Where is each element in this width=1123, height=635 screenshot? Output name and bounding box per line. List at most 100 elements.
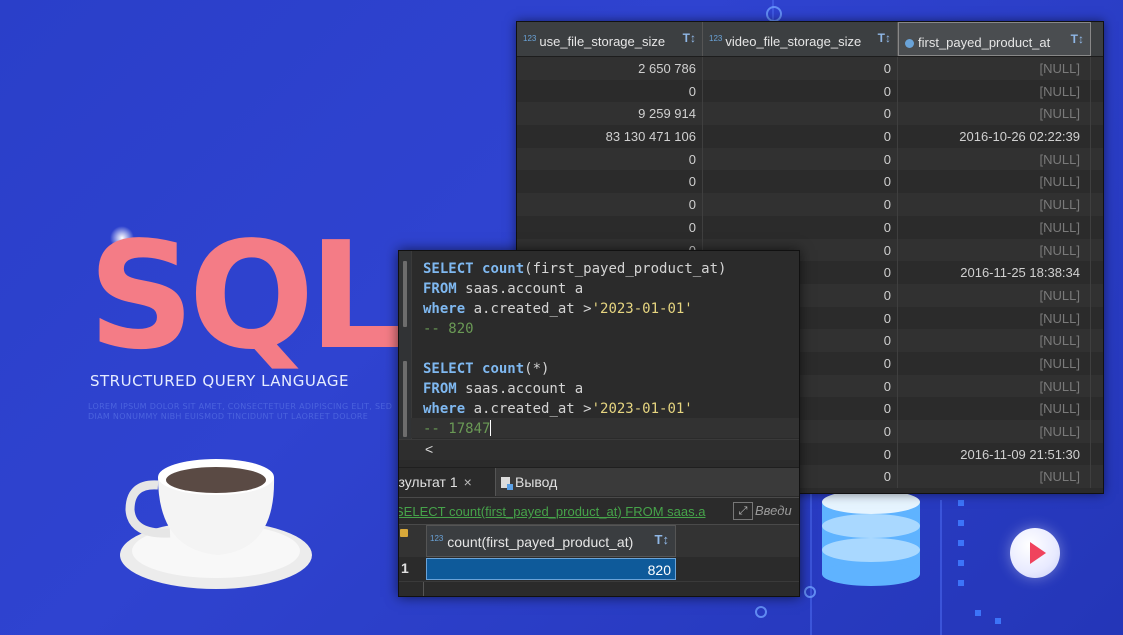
- row-separator: [423, 582, 424, 596]
- database-icon: [822, 490, 920, 586]
- sort-icon[interactable]: T↕: [1071, 32, 1084, 46]
- sql-keyword: FROM: [423, 281, 457, 297]
- sql-text: a.created_at >: [465, 401, 592, 417]
- table-row[interactable]: 00[NULL]: [517, 193, 1103, 216]
- output-icon: [501, 477, 513, 490]
- table-cell[interactable]: [NULL]: [898, 374, 1091, 398]
- table-row[interactable]: 00[NULL]: [517, 215, 1103, 239]
- table-cell[interactable]: 0: [703, 102, 898, 126]
- table-cell[interactable]: 0: [517, 147, 703, 171]
- result-cell[interactable]: 820: [426, 558, 676, 580]
- filter-input[interactable]: Введи: [755, 503, 792, 518]
- result-row[interactable]: 1 820: [399, 557, 799, 581]
- sql-string: '2023-01-01': [591, 301, 693, 317]
- table-cell[interactable]: 0: [517, 170, 703, 194]
- table-cell[interactable]: [NULL]: [898, 193, 1091, 216]
- sql-text: saas.account a: [456, 381, 584, 397]
- background-square: [958, 520, 964, 526]
- query-marker: [403, 261, 407, 327]
- table-row[interactable]: 83 130 471 106 0 2016-10-26 02:22:39: [517, 125, 1103, 148]
- background-square: [975, 610, 981, 616]
- column-header-label: count(first_payed_product_at): [447, 534, 634, 550]
- sql-keyword: where: [423, 301, 466, 317]
- query-text[interactable]: SELECT count(first_payed_product_at) FRO…: [399, 504, 705, 519]
- table-cell[interactable]: 0: [517, 215, 703, 239]
- table-cell[interactable]: [NULL]: [898, 79, 1091, 103]
- table-cell[interactable]: 9 259 914: [517, 102, 703, 126]
- grid-header: 123 use_file_storage_size T↕ 123 video_fil…: [517, 22, 1103, 57]
- table-cell[interactable]: 0: [703, 215, 898, 239]
- row-number: 1: [401, 560, 409, 576]
- background-line: [810, 490, 812, 635]
- column-header-video-file-storage-size[interactable]: 123 video_file_storage_size T↕: [703, 22, 898, 56]
- table-cell[interactable]: 2016-11-09 21:51:30: [898, 442, 1091, 466]
- table-cell[interactable]: 0: [703, 125, 898, 148]
- table-cell[interactable]: [NULL]: [898, 102, 1091, 126]
- sql-editor-panel: SELECT count(first_payed_product_at) FROM…: [398, 250, 800, 597]
- code-editor[interactable]: SELECT count(first_payed_product_at) FROM…: [399, 251, 799, 439]
- scroll-left-icon[interactable]: <: [425, 441, 433, 457]
- table-cell[interactable]: 0: [517, 79, 703, 103]
- table-cell[interactable]: 0: [703, 147, 898, 171]
- horizontal-scrollbar[interactable]: <: [399, 439, 799, 460]
- table-cell[interactable]: [NULL]: [898, 238, 1091, 262]
- tab-results[interactable]: езультат 1 ×: [398, 468, 496, 496]
- column-header-label: use_file_storage_size: [539, 34, 666, 49]
- numeric-type-badge: 123: [430, 534, 444, 543]
- sql-keyword: count: [482, 261, 525, 277]
- column-header-count[interactable]: 123 count(first_payed_product_at) T↕: [426, 525, 676, 557]
- lock-icon: [400, 529, 408, 537]
- table-cell[interactable]: [NULL]: [898, 329, 1091, 352]
- table-row[interactable]: 00[NULL]: [517, 79, 1103, 103]
- sort-icon[interactable]: T↕: [655, 532, 669, 547]
- code-line: -- 17847: [423, 419, 492, 439]
- table-cell[interactable]: 0: [703, 79, 898, 103]
- sql-comment: -- 820: [423, 321, 474, 337]
- table-cell[interactable]: 2016-11-25 18:38:34: [898, 261, 1091, 284]
- table-row[interactable]: 9 259 914 0 [NULL]: [517, 102, 1103, 126]
- background-dot: [766, 6, 782, 22]
- table-cell[interactable]: [NULL]: [898, 306, 1091, 330]
- table-cell[interactable]: [NULL]: [898, 283, 1091, 307]
- column-header-use-file-storage-size[interactable]: 123 use_file_storage_size T↕: [517, 22, 703, 56]
- table-row[interactable]: 00[NULL]: [517, 170, 1103, 194]
- sql-logo: SQL: [88, 210, 403, 382]
- sort-icon[interactable]: T↕: [683, 31, 696, 45]
- tab-label: езультат 1: [398, 474, 458, 490]
- table-cell[interactable]: 0: [703, 57, 898, 80]
- sql-string: '2023-01-01': [591, 401, 693, 417]
- table-cell[interactable]: 83 130 471 106: [517, 125, 703, 148]
- table-cell[interactable]: 0: [517, 193, 703, 216]
- table-row[interactable]: 00[NULL]: [517, 147, 1103, 171]
- table-cell[interactable]: [NULL]: [898, 215, 1091, 239]
- table-cell[interactable]: [NULL]: [898, 170, 1091, 194]
- background-dot: [755, 606, 767, 618]
- table-cell[interactable]: 0: [703, 170, 898, 194]
- table-cell[interactable]: [NULL]: [898, 420, 1091, 443]
- close-icon[interactable]: ×: [464, 474, 472, 490]
- table-cell[interactable]: [NULL]: [898, 147, 1091, 171]
- play-button[interactable]: [1010, 528, 1060, 578]
- code-line: where a.created_at >'2023-01-01': [423, 299, 693, 319]
- code-line: -- 820: [423, 319, 474, 339]
- table-cell[interactable]: 2016-10-26 02:22:39: [898, 125, 1091, 148]
- tab-output[interactable]: Вывод: [501, 468, 557, 496]
- query-marker: [403, 361, 407, 437]
- table-cell[interactable]: [NULL]: [898, 397, 1091, 420]
- table-cell[interactable]: [NULL]: [898, 57, 1091, 80]
- table-cell[interactable]: 2 650 786: [517, 57, 703, 80]
- table-cell[interactable]: 0: [703, 193, 898, 216]
- sort-icon[interactable]: T↕: [878, 31, 891, 45]
- table-cell[interactable]: [NULL]: [898, 351, 1091, 375]
- table-row[interactable]: 2 650 786 0 [NULL]: [517, 57, 1103, 80]
- code-line: SELECT count(first_payed_product_at): [423, 259, 726, 279]
- column-header-first-payed-product-at[interactable]: first_payed_product_at T↕: [898, 22, 1091, 56]
- lorem-text: LOREM IPSUM DOLOR SIT AMET, CONSECTETUER…: [88, 402, 393, 421]
- sql-keyword: FROM: [423, 381, 457, 397]
- numeric-type-badge: 123: [709, 34, 723, 43]
- expand-icon[interactable]: ⤢: [733, 502, 753, 520]
- background-dot: [804, 586, 816, 598]
- table-cell[interactable]: [NULL]: [898, 465, 1091, 489]
